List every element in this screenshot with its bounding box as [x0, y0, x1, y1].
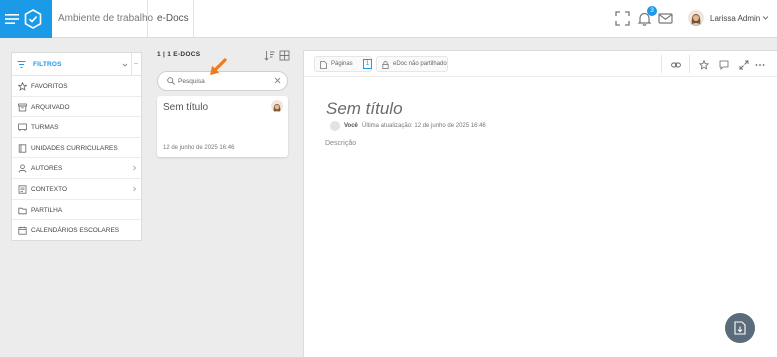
filter-item-favoritos[interactable]: FAVORITOS — [12, 76, 141, 97]
close-icon[interactable] — [274, 77, 281, 84]
divider — [661, 55, 662, 73]
filters-list: FAVORITOS ARQUIVADO TURMAS UNIDADES CURR… — [12, 76, 141, 241]
app-logo-icon[interactable] — [24, 9, 42, 29]
filters-header[interactable]: FILTROS – — [12, 53, 141, 76]
search-icon — [167, 77, 175, 85]
star-icon — [18, 82, 27, 91]
book-icon — [18, 144, 27, 153]
pages-label: Páginas — [331, 61, 353, 67]
more-options-icon[interactable] — [755, 60, 765, 70]
mail-icon[interactable] — [658, 11, 673, 26]
filter-item-autores[interactable]: AUTORES — [12, 158, 141, 179]
filters-title: FILTROS — [33, 61, 62, 68]
filter-item-label: ARQUIVADO — [31, 103, 70, 111]
divider — [131, 53, 132, 76]
user-photo-icon — [691, 14, 701, 26]
filter-item-label: UNIDADES CURRICULARES — [31, 144, 118, 152]
collapse-panel-icon[interactable]: – — [134, 60, 138, 67]
hamburger-menu-icon[interactable] — [5, 12, 19, 26]
divider — [147, 0, 148, 38]
description-field[interactable]: Descrição — [325, 140, 356, 147]
user-name[interactable]: Larissa Admin — [710, 14, 760, 23]
pointer-arrow-icon — [210, 58, 227, 75]
document-card-title: Sem título — [163, 102, 209, 113]
filter-item-partilha[interactable]: PARTILHA — [12, 200, 141, 221]
brand-area — [0, 0, 52, 38]
page-icon — [320, 61, 327, 69]
user-avatar[interactable] — [688, 10, 704, 26]
archive-icon — [18, 103, 27, 111]
document-count: 1 | 1 E-DOCS — [157, 51, 201, 58]
notification-count-badge: 3 — [647, 6, 657, 16]
filter-item-contexto[interactable]: CONTEXTO — [12, 179, 141, 200]
filters-panel: FILTROS – FAVORITOS ARQUIVADO TURMAS UNI… — [11, 52, 142, 241]
context-icon — [18, 185, 27, 194]
document-panel: Páginas 1 eDoc não partilhado Sem título… — [303, 50, 777, 357]
document-title[interactable]: Sem título — [326, 99, 403, 119]
link-icon[interactable] — [671, 60, 681, 70]
sort-icon[interactable] — [264, 50, 275, 61]
top-bar: Ambiente de trabalho e-Docs 3 Larissa Ad… — [0, 0, 777, 38]
share-status-button[interactable]: eDoc não partilhado — [376, 56, 448, 72]
chevron-right-icon — [133, 166, 137, 171]
chevron-down-icon[interactable] — [762, 14, 769, 21]
filter-item-calendarios-escolares[interactable]: CALENDÁRIOS ESCOLARES — [12, 220, 141, 241]
star-icon[interactable] — [699, 60, 709, 70]
filter-item-arquivado[interactable]: ARQUIVADO — [12, 97, 141, 118]
user-icon — [18, 164, 27, 173]
chevron-down-icon[interactable] — [122, 62, 128, 68]
filter-item-unidades-curriculares[interactable]: UNIDADES CURRICULARES — [12, 138, 141, 159]
document-card-date: 12 de junho de 2025 16:46 — [163, 145, 235, 151]
author-name: Você — [344, 123, 358, 129]
document-card[interactable]: Sem título 12 de junho de 2025 16:46 — [157, 96, 288, 157]
filter-item-label: AUTORES — [31, 165, 63, 173]
share-status-label: eDoc não partilhado — [393, 61, 447, 67]
classroom-icon — [18, 123, 27, 132]
divider — [193, 0, 194, 38]
chevron-right-icon — [133, 186, 137, 192]
workspace-link[interactable]: Ambiente de trabalho — [58, 13, 153, 24]
pages-count: 1 — [363, 59, 372, 69]
divider — [689, 55, 690, 73]
filter-item-label: PARTILHA — [31, 206, 63, 214]
filter-item-label: CALENDÁRIOS ESCOLARES — [31, 227, 120, 235]
pages-button[interactable]: Páginas 1 — [314, 56, 372, 72]
comment-icon[interactable] — [719, 60, 729, 70]
author-avatar — [330, 121, 340, 131]
filter-item-label: CONTEXTO — [31, 185, 67, 193]
file-download-icon — [734, 321, 746, 335]
export-document-button[interactable] — [725, 313, 755, 343]
document-toolbar: Páginas 1 eDoc não partilhado — [304, 51, 777, 77]
expand-icon[interactable] — [739, 60, 749, 70]
fullscreen-icon[interactable] — [615, 11, 630, 26]
app-name[interactable]: e-Docs — [157, 13, 189, 24]
filter-item-turmas[interactable]: TURMAS — [12, 117, 141, 138]
lock-icon — [382, 61, 389, 69]
filter-icon — [17, 60, 26, 69]
last-updated: Última atualização: 12 de junho de 2025 … — [362, 123, 486, 129]
grid-view-icon[interactable] — [279, 50, 290, 61]
calendar-icon — [18, 226, 27, 235]
author-photo-icon — [273, 104, 281, 112]
author-avatar — [271, 100, 283, 112]
share-icon — [18, 207, 27, 214]
filter-item-label: FAVORITOS — [31, 83, 68, 90]
filter-item-label: TURMAS — [31, 124, 59, 132]
